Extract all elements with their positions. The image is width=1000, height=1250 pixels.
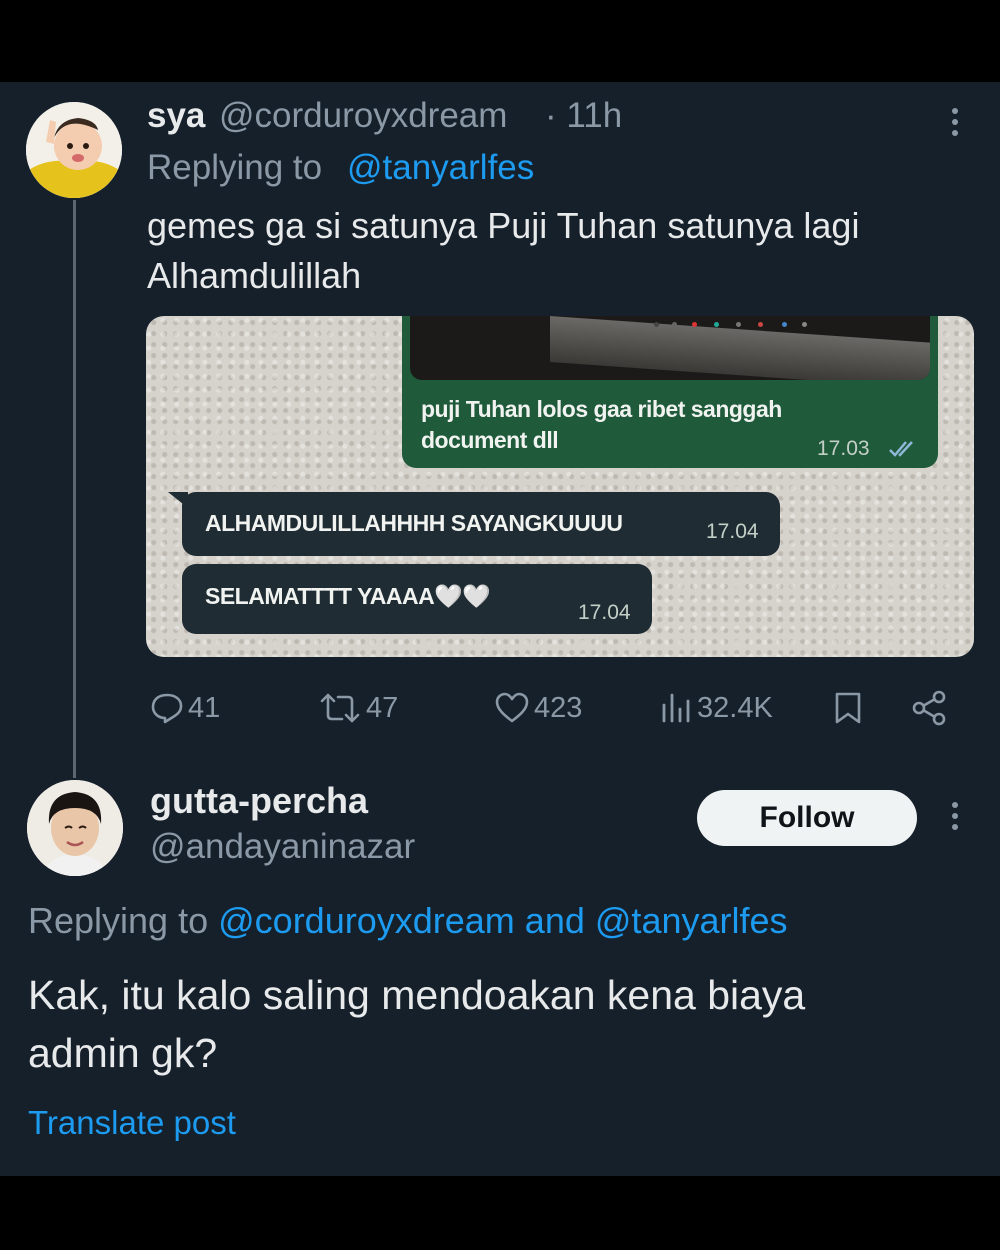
reply-author-handle[interactable]: @andayaninazar (150, 827, 415, 867)
reply-text-line1: Kak, itu kalo saling mendoakan kena biay… (28, 972, 806, 1018)
bubble-tail (168, 492, 188, 508)
translate-post-link[interactable]: Translate post (28, 1104, 236, 1142)
views-icon (662, 693, 690, 723)
received-message-1: ALHAMDULILLAHHHH SAYANGKUUUU (205, 510, 623, 536)
sent-message-line2: document dll (421, 427, 559, 453)
tweet-text-line2: Alhamdulillah (147, 255, 362, 296)
replying-label: Replying to (147, 148, 323, 187)
like-count: 423 (534, 691, 583, 724)
received-message-2-time: 17.04 (578, 601, 631, 624)
bookmark-icon (835, 692, 861, 724)
replying-to-link[interactable]: @tanyarlfes (595, 900, 788, 941)
replying-label: Replying to (28, 900, 209, 941)
avatar[interactable] (26, 102, 122, 198)
author-handle[interactable]: @corduroyxdream (219, 96, 507, 136)
replying-to-link[interactable]: @corduroyxdream (218, 900, 515, 941)
avatar[interactable] (27, 780, 123, 876)
author-name[interactable]: sya (147, 96, 205, 136)
reply-button[interactable]: 41 (150, 684, 220, 732)
replying-to-link[interactable]: @tanyarlfes (347, 148, 534, 188)
like-icon (495, 692, 529, 723)
reply-text-line2: admin gk? (28, 1030, 218, 1076)
views-button[interactable]: 32.4K (659, 684, 773, 732)
tweet-media-image[interactable]: puji Tuhan lolos gaa ribet sanggah docum… (146, 316, 974, 657)
sent-message-line1: puji Tuhan lolos gaa ribet sanggah (421, 396, 782, 422)
more-icon[interactable] (952, 802, 958, 835)
bookmark-button[interactable] (832, 684, 864, 732)
repost-button[interactable]: 47 (318, 684, 398, 732)
repost-count: 47 (366, 691, 399, 724)
view-count: 32.4K (697, 691, 773, 724)
follow-button[interactable]: Follow (697, 790, 917, 846)
share-icon (912, 690, 946, 726)
repost-icon (320, 693, 360, 723)
like-button[interactable]: 423 (494, 684, 582, 732)
reply-count: 41 (188, 691, 221, 724)
received-message-1-time: 17.04 (706, 520, 759, 543)
received-message-2: SELAMATTTT YAAAA🤍🤍 (205, 583, 491, 609)
photo-attachment (410, 316, 930, 380)
tweet-text-line1: gemes ga si satunya Puji Tuhan satunya l… (147, 205, 860, 246)
sent-message-time: 17.03 (817, 437, 870, 460)
reply-author-name[interactable]: gutta-percha (150, 780, 368, 822)
reply-icon (151, 693, 183, 724)
double-check-icon (889, 441, 913, 457)
reply-replying-line: Replying to @corduroyxdream and @tanyarl… (28, 900, 788, 942)
share-button[interactable] (910, 684, 948, 732)
tweet-action-bar: 41 47 423 32.4K (0, 684, 1000, 732)
post-time: · 11h (545, 96, 623, 135)
replying-and-word: and (524, 900, 585, 941)
more-icon[interactable] (952, 108, 958, 141)
